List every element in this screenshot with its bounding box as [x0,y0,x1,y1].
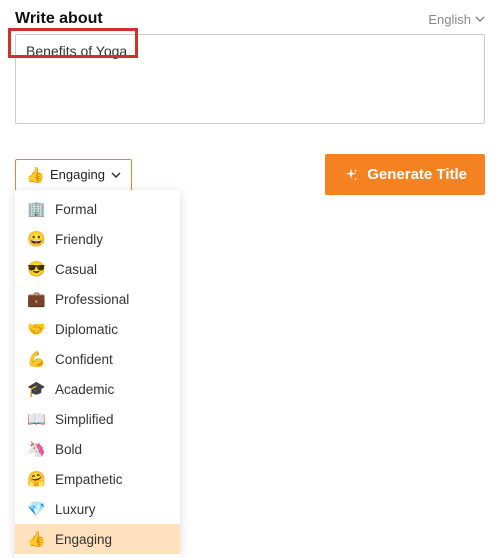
tone-option-diplomatic[interactable]: 🤝 Diplomatic [15,314,180,344]
tone-option-icon: 📖 [27,410,45,428]
thumbs-up-icon: 👍 [26,166,44,184]
tone-option-label: Casual [55,262,97,277]
sparkle-icon [343,167,359,183]
tone-option-icon: 💼 [27,290,45,308]
tone-option-label: Empathetic [55,472,123,487]
tone-option-friendly[interactable]: 😀 Friendly [15,224,180,254]
tone-select-button[interactable]: 👍 Engaging [15,159,132,191]
tone-current-label: Engaging [50,167,105,182]
tone-option-label: Confident [55,352,113,367]
topic-textarea[interactable]: Benefits of Yoga [15,34,485,124]
tone-option-label: Academic [55,382,114,397]
tone-option-academic[interactable]: 🎓 Academic [15,374,180,404]
tone-option-label: Friendly [55,232,103,247]
chevron-down-icon [475,14,485,24]
tone-option-label: Simplified [55,412,114,427]
tone-option-empathetic[interactable]: 🤗 Empathetic [15,464,180,494]
tone-option-bold[interactable]: 🦄 Bold [15,434,180,464]
tone-option-icon: 🦄 [27,440,45,458]
tone-option-simplified[interactable]: 📖 Simplified [15,404,180,434]
generate-button-label: Generate Title [367,166,467,183]
tone-option-professional[interactable]: 💼 Professional [15,284,180,314]
tone-option-icon: 💎 [27,500,45,518]
generate-title-button[interactable]: Generate Title [325,154,485,195]
tone-option-icon: 🤝 [27,320,45,338]
tone-option-casual[interactable]: 😎 Casual [15,254,180,284]
tone-option-icon: 🏢 [27,200,45,218]
tone-option-formal[interactable]: 🏢 Formal [15,194,180,224]
tone-option-engaging[interactable]: 👍 Engaging [15,524,180,554]
tone-dropdown: 🏢 Formal 😀 Friendly 😎 Casual 💼 Professional 🤝 Dip… [15,190,180,558]
language-select[interactable]: English [428,12,485,27]
tone-option-label: Engaging [55,532,112,547]
chevron-down-icon [111,170,121,180]
tone-option-icon: 😎 [27,260,45,278]
tone-option-icon: 👍 [27,530,45,548]
write-about-label: Write about [15,10,103,28]
tone-option-label: Diplomatic [55,322,118,337]
topic-text: Benefits of Yoga [26,43,474,59]
tone-option-label: Formal [55,202,97,217]
tone-option-label: Luxury [55,502,96,517]
tone-option-icon: 😀 [27,230,45,248]
tone-option-luxury[interactable]: 💎 Luxury [15,494,180,524]
tone-option-confident[interactable]: 💪 Confident [15,344,180,374]
tone-option-icon: 🤗 [27,470,45,488]
tone-option-label: Professional [55,292,129,307]
tone-option-icon: 💪 [27,350,45,368]
tone-option-icon: 🎓 [27,380,45,398]
tone-option-label: Bold [55,442,82,457]
language-label: English [428,12,471,27]
